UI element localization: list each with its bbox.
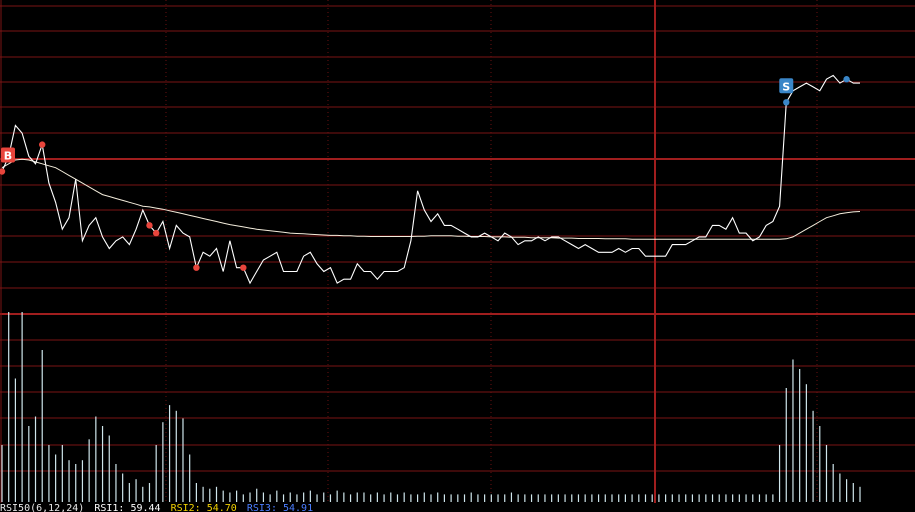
buy-dot [39, 141, 46, 148]
sell-dot [783, 99, 790, 106]
price-volume-chart: BS [0, 0, 915, 512]
sell-marker-label: S [782, 80, 790, 93]
buy-dot [146, 222, 153, 229]
buy-marker: B [1, 147, 15, 163]
rsi1-value: RSI1: 59.44 [94, 503, 161, 512]
rsi3-value: RSI3: 54.91 [246, 503, 314, 512]
buy-marker-label: B [4, 150, 12, 163]
buy-dot [152, 229, 160, 237]
rsi-legend-label: RSI50(6,12,24) [0, 503, 85, 512]
sell-marker: S [779, 78, 794, 94]
rsi2-value: RSI2: 54.70 [170, 503, 237, 512]
rsi-legend: RSI50(6,12,24) RSI1: 59.44 RSI2: 54.70 R… [0, 503, 915, 512]
sell-dot [843, 76, 850, 83]
buy-dot [193, 264, 200, 271]
buy-dot [240, 264, 247, 271]
